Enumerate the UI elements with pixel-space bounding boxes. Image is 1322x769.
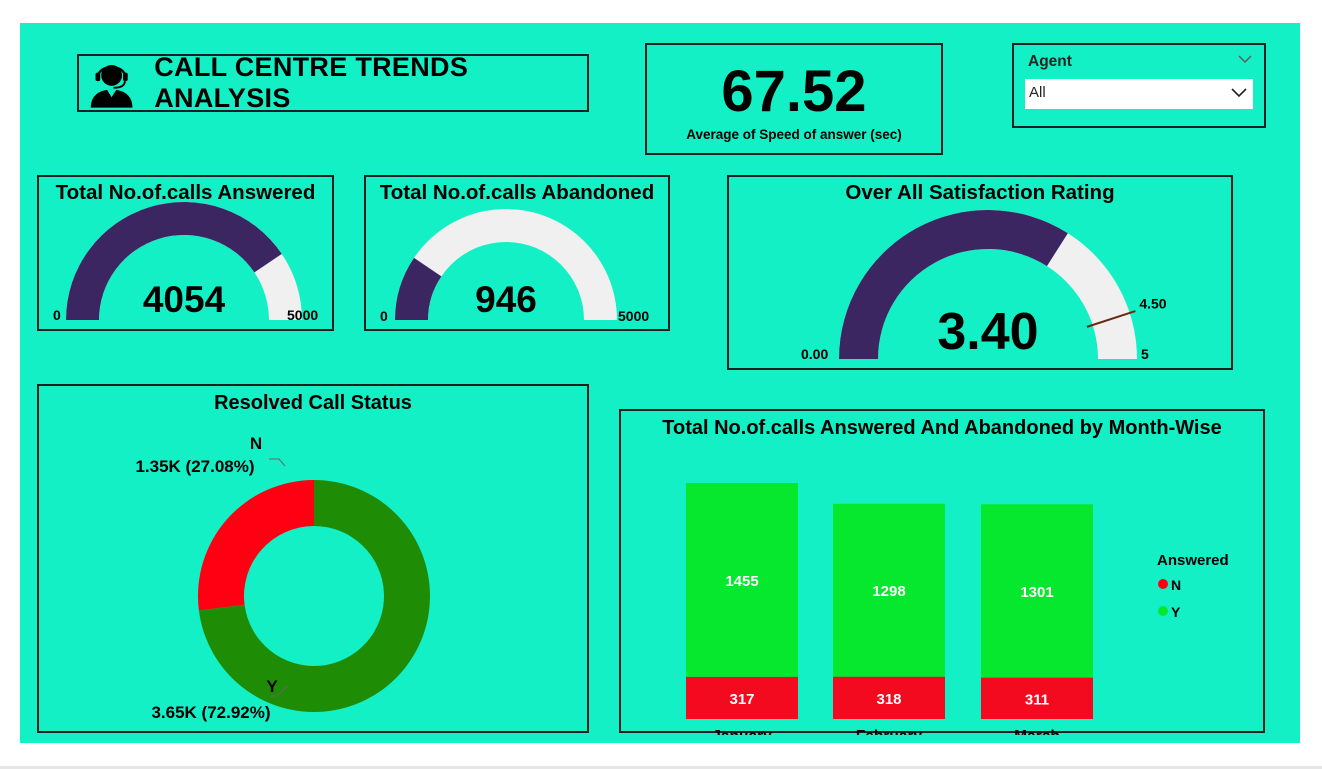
legend-title: Answered (1157, 552, 1229, 569)
answered-gauge-card: Total No.of.calls Answered 4054 0 5000 (37, 175, 334, 331)
legend-label-y[interactable]: Y (1171, 604, 1181, 620)
bar-label-march-n: 311 (1025, 691, 1049, 708)
monthly-stacked-bar-chart: 317 1455 January 318 1298 February 311 1301 Marc… (686, 483, 1229, 735)
gauge-value: 946 (475, 279, 537, 320)
abandoned-gauge: 946 0 5000 (380, 209, 649, 324)
satisfaction-gauge: 4.50 3.40 0.00 5 (801, 209, 1167, 362)
x-tick-february: February (856, 728, 923, 735)
legend-label-n[interactable]: N (1171, 577, 1181, 593)
agent-dropdown-value: All (1029, 84, 1046, 101)
x-tick-january: January (712, 728, 772, 735)
gauge-max-label: 5 (1141, 346, 1149, 362)
resolved-donut-chart: N 1.35K (27.08%) Y 3.65K (72.92%) (135, 434, 431, 722)
gauge-min-label: 0.00 (801, 346, 828, 362)
label-leader-n (269, 458, 286, 467)
data-label-n: 1.35K (27.08%) (135, 457, 254, 476)
data-label-y: 3.65K (72.92%) (151, 703, 270, 722)
monthly-calls-card: Total No.of.calls Answered And Abandoned… (619, 409, 1265, 735)
avg-speed-label: Average of Speed of answer (sec) (686, 127, 902, 142)
agent-slicer-title: Agent (1028, 53, 1072, 70)
satisfaction-gauge-card: Over All Satisfaction Rating 4.50 3.40 0.0… (727, 175, 1233, 370)
bar-label-march-y: 1301 (1020, 584, 1053, 601)
legend-swatch-y (1158, 606, 1168, 616)
chevron-down-icon[interactable] (1238, 53, 1252, 65)
dropdown-chevron-icon[interactable] (1231, 88, 1247, 98)
category-label-y: Y (266, 677, 278, 696)
donut-slice-n[interactable] (197, 480, 314, 611)
gauge-max-label: 5000 (287, 307, 318, 323)
x-tick-march: March (1014, 728, 1060, 735)
dashboard-title-card: CALL CENTRE TRENDS ANALYSIS (77, 52, 589, 113)
legend-swatch-n (1158, 579, 1168, 589)
headset-agent-icon (90, 65, 133, 108)
agent-slicer: Agent All (1012, 43, 1266, 128)
resolved-call-status-card: Resolved Call Status N 1.35K (27.08%) Y … (37, 384, 589, 733)
category-label-n: N (250, 434, 262, 453)
avg-speed-value: 67.52 (721, 59, 867, 124)
bar-label-january-n: 317 (729, 691, 754, 708)
answered-gauge: 4054 0 5000 (53, 202, 318, 323)
gauge-value: 4054 (143, 279, 226, 320)
bar-label-january-y: 1455 (725, 573, 758, 590)
gauge-min-label: 0 (380, 308, 388, 324)
gauge-max-label: 5000 (618, 308, 649, 324)
bar-label-february-n: 318 (876, 691, 901, 708)
avg-speed-card: 67.52 Average of Speed of answer (sec) (645, 43, 943, 155)
gauge-value: 3.40 (937, 303, 1038, 361)
abandoned-gauge-card: Total No.of.calls Abandoned 946 0 5000 (364, 175, 670, 331)
gauge-target-label: 4.50 (1139, 295, 1166, 311)
dashboard-canvas: CALL CENTRE TRENDS ANALYSIS 67.52 Averag… (20, 23, 1300, 743)
bar-label-february-y: 1298 (872, 583, 905, 600)
page-title: CALL CENTRE TRENDS ANALYSIS (154, 52, 469, 113)
gauge-min-label: 0 (53, 307, 61, 323)
agent-dropdown[interactable]: All (1025, 79, 1253, 109)
